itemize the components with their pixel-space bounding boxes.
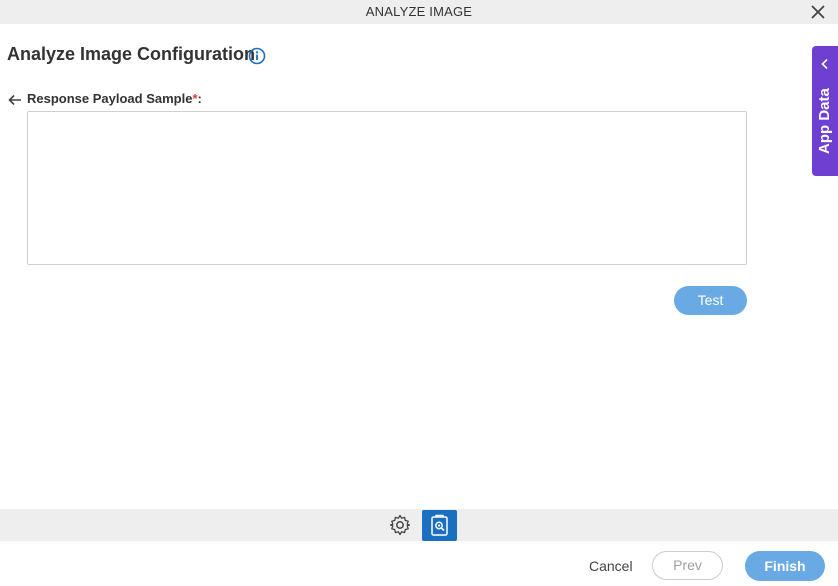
back-arrow-icon[interactable] xyxy=(7,93,23,107)
test-button[interactable]: Test xyxy=(674,286,747,315)
gear-icon[interactable] xyxy=(388,513,412,537)
prev-button[interactable]: Prev xyxy=(652,551,723,580)
label-suffix: : xyxy=(197,91,202,106)
info-icon[interactable] xyxy=(248,47,266,65)
window-title: ANALYZE IMAGE xyxy=(365,4,473,19)
response-payload-label-text: Response Payload Sample xyxy=(27,91,193,106)
window-titlebar: ANALYZE IMAGE xyxy=(0,0,838,24)
response-payload-label: Response Payload Sample*: xyxy=(27,91,202,106)
page-title: Analyze Image Configuration xyxy=(7,44,256,64)
cancel-button[interactable]: Cancel xyxy=(589,558,633,574)
analyze-image-tool-button[interactable] xyxy=(422,510,457,541)
analyze-image-icon xyxy=(431,514,448,536)
finish-button[interactable]: Finish xyxy=(745,551,825,581)
app-data-tab[interactable]: App Data xyxy=(812,46,838,176)
close-icon[interactable] xyxy=(808,2,828,22)
response-payload-input[interactable] xyxy=(27,111,747,265)
app-data-label: App Data xyxy=(816,88,833,154)
bottom-toolbar xyxy=(0,509,838,541)
chevron-left-icon xyxy=(821,58,828,70)
